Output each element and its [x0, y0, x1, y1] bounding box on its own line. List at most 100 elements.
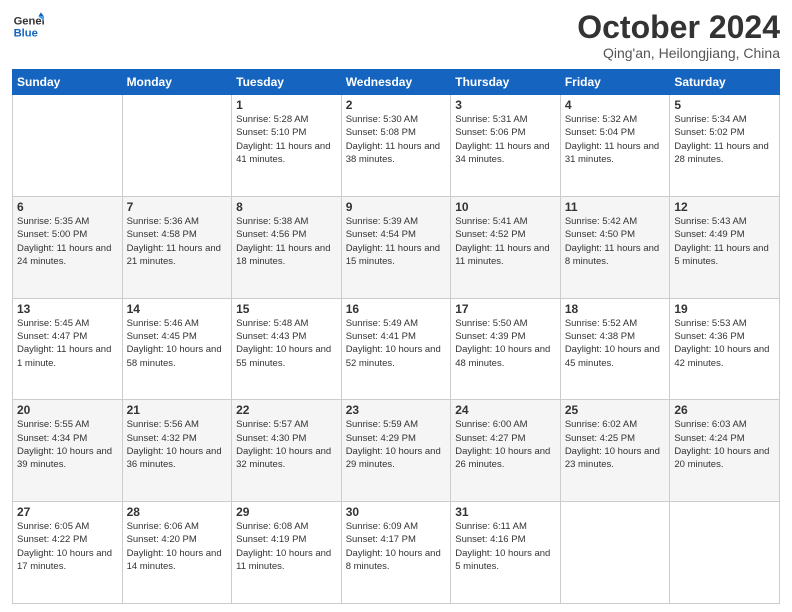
- table-row: 12Sunrise: 5:43 AMSunset: 4:49 PMDayligh…: [670, 196, 780, 298]
- day-info: Sunrise: 6:05 AMSunset: 4:22 PMDaylight:…: [17, 520, 118, 573]
- day-number: 22: [236, 403, 337, 417]
- calendar-header-row: Sunday Monday Tuesday Wednesday Thursday…: [13, 70, 780, 95]
- day-number: 24: [455, 403, 556, 417]
- table-row: 21Sunrise: 5:56 AMSunset: 4:32 PMDayligh…: [122, 400, 232, 502]
- table-row: 10Sunrise: 5:41 AMSunset: 4:52 PMDayligh…: [451, 196, 561, 298]
- day-info: Sunrise: 6:06 AMSunset: 4:20 PMDaylight:…: [127, 520, 228, 573]
- col-thursday: Thursday: [451, 70, 561, 95]
- title-block: October 2024 Qing'an, Heilongjiang, Chin…: [577, 10, 780, 61]
- day-number: 28: [127, 505, 228, 519]
- day-info: Sunrise: 6:00 AMSunset: 4:27 PMDaylight:…: [455, 418, 556, 471]
- day-number: 19: [674, 302, 775, 316]
- table-row: 5Sunrise: 5:34 AMSunset: 5:02 PMDaylight…: [670, 95, 780, 197]
- day-number: 3: [455, 98, 556, 112]
- table-row: [13, 95, 123, 197]
- table-row: 18Sunrise: 5:52 AMSunset: 4:38 PMDayligh…: [560, 298, 670, 400]
- day-info: Sunrise: 6:11 AMSunset: 4:16 PMDaylight:…: [455, 520, 556, 573]
- table-row: 22Sunrise: 5:57 AMSunset: 4:30 PMDayligh…: [232, 400, 342, 502]
- day-info: Sunrise: 6:09 AMSunset: 4:17 PMDaylight:…: [346, 520, 447, 573]
- page: General Blue October 2024 Qing'an, Heilo…: [0, 0, 792, 612]
- day-number: 12: [674, 200, 775, 214]
- day-info: Sunrise: 5:36 AMSunset: 4:58 PMDaylight:…: [127, 215, 228, 268]
- day-info: Sunrise: 5:34 AMSunset: 5:02 PMDaylight:…: [674, 113, 775, 166]
- day-number: 23: [346, 403, 447, 417]
- day-number: 31: [455, 505, 556, 519]
- table-row: 28Sunrise: 6:06 AMSunset: 4:20 PMDayligh…: [122, 502, 232, 604]
- day-info: Sunrise: 5:38 AMSunset: 4:56 PMDaylight:…: [236, 215, 337, 268]
- day-info: Sunrise: 5:39 AMSunset: 4:54 PMDaylight:…: [346, 215, 447, 268]
- calendar: Sunday Monday Tuesday Wednesday Thursday…: [12, 69, 780, 604]
- day-number: 10: [455, 200, 556, 214]
- col-monday: Monday: [122, 70, 232, 95]
- day-number: 11: [565, 200, 666, 214]
- day-number: 5: [674, 98, 775, 112]
- day-number: 2: [346, 98, 447, 112]
- table-row: 26Sunrise: 6:03 AMSunset: 4:24 PMDayligh…: [670, 400, 780, 502]
- day-number: 1: [236, 98, 337, 112]
- calendar-week-row: 20Sunrise: 5:55 AMSunset: 4:34 PMDayligh…: [13, 400, 780, 502]
- day-number: 7: [127, 200, 228, 214]
- day-number: 20: [17, 403, 118, 417]
- table-row: 25Sunrise: 6:02 AMSunset: 4:25 PMDayligh…: [560, 400, 670, 502]
- day-number: 25: [565, 403, 666, 417]
- day-info: Sunrise: 5:30 AMSunset: 5:08 PMDaylight:…: [346, 113, 447, 166]
- day-number: 18: [565, 302, 666, 316]
- table-row: 27Sunrise: 6:05 AMSunset: 4:22 PMDayligh…: [13, 502, 123, 604]
- day-info: Sunrise: 5:56 AMSunset: 4:32 PMDaylight:…: [127, 418, 228, 471]
- day-info: Sunrise: 6:02 AMSunset: 4:25 PMDaylight:…: [565, 418, 666, 471]
- day-number: 14: [127, 302, 228, 316]
- day-info: Sunrise: 5:50 AMSunset: 4:39 PMDaylight:…: [455, 317, 556, 370]
- table-row: 9Sunrise: 5:39 AMSunset: 4:54 PMDaylight…: [341, 196, 451, 298]
- day-info: Sunrise: 5:55 AMSunset: 4:34 PMDaylight:…: [17, 418, 118, 471]
- day-info: Sunrise: 5:32 AMSunset: 5:04 PMDaylight:…: [565, 113, 666, 166]
- table-row: 11Sunrise: 5:42 AMSunset: 4:50 PMDayligh…: [560, 196, 670, 298]
- location: Qing'an, Heilongjiang, China: [577, 45, 780, 61]
- day-number: 6: [17, 200, 118, 214]
- table-row: 24Sunrise: 6:00 AMSunset: 4:27 PMDayligh…: [451, 400, 561, 502]
- day-number: 9: [346, 200, 447, 214]
- day-number: 21: [127, 403, 228, 417]
- day-info: Sunrise: 5:28 AMSunset: 5:10 PMDaylight:…: [236, 113, 337, 166]
- col-friday: Friday: [560, 70, 670, 95]
- table-row: 2Sunrise: 5:30 AMSunset: 5:08 PMDaylight…: [341, 95, 451, 197]
- day-info: Sunrise: 5:48 AMSunset: 4:43 PMDaylight:…: [236, 317, 337, 370]
- table-row: 15Sunrise: 5:48 AMSunset: 4:43 PMDayligh…: [232, 298, 342, 400]
- calendar-week-row: 1Sunrise: 5:28 AMSunset: 5:10 PMDaylight…: [13, 95, 780, 197]
- table-row: 16Sunrise: 5:49 AMSunset: 4:41 PMDayligh…: [341, 298, 451, 400]
- svg-text:Blue: Blue: [14, 27, 38, 39]
- logo: General Blue: [12, 10, 44, 42]
- day-number: 30: [346, 505, 447, 519]
- day-number: 29: [236, 505, 337, 519]
- table-row: 19Sunrise: 5:53 AMSunset: 4:36 PMDayligh…: [670, 298, 780, 400]
- table-row: 14Sunrise: 5:46 AMSunset: 4:45 PMDayligh…: [122, 298, 232, 400]
- day-info: Sunrise: 5:59 AMSunset: 4:29 PMDaylight:…: [346, 418, 447, 471]
- calendar-week-row: 6Sunrise: 5:35 AMSunset: 5:00 PMDaylight…: [13, 196, 780, 298]
- day-number: 4: [565, 98, 666, 112]
- header: General Blue October 2024 Qing'an, Heilo…: [12, 10, 780, 61]
- table-row: 13Sunrise: 5:45 AMSunset: 4:47 PMDayligh…: [13, 298, 123, 400]
- table-row: 30Sunrise: 6:09 AMSunset: 4:17 PMDayligh…: [341, 502, 451, 604]
- day-info: Sunrise: 5:52 AMSunset: 4:38 PMDaylight:…: [565, 317, 666, 370]
- day-info: Sunrise: 5:53 AMSunset: 4:36 PMDaylight:…: [674, 317, 775, 370]
- table-row: 8Sunrise: 5:38 AMSunset: 4:56 PMDaylight…: [232, 196, 342, 298]
- day-number: 13: [17, 302, 118, 316]
- day-number: 15: [236, 302, 337, 316]
- table-row: [122, 95, 232, 197]
- table-row: 1Sunrise: 5:28 AMSunset: 5:10 PMDaylight…: [232, 95, 342, 197]
- table-row: 3Sunrise: 5:31 AMSunset: 5:06 PMDaylight…: [451, 95, 561, 197]
- day-info: Sunrise: 5:41 AMSunset: 4:52 PMDaylight:…: [455, 215, 556, 268]
- day-info: Sunrise: 5:43 AMSunset: 4:49 PMDaylight:…: [674, 215, 775, 268]
- day-info: Sunrise: 5:42 AMSunset: 4:50 PMDaylight:…: [565, 215, 666, 268]
- col-sunday: Sunday: [13, 70, 123, 95]
- day-info: Sunrise: 5:45 AMSunset: 4:47 PMDaylight:…: [17, 317, 118, 370]
- table-row: 6Sunrise: 5:35 AMSunset: 5:00 PMDaylight…: [13, 196, 123, 298]
- col-tuesday: Tuesday: [232, 70, 342, 95]
- table-row: 20Sunrise: 5:55 AMSunset: 4:34 PMDayligh…: [13, 400, 123, 502]
- table-row: [670, 502, 780, 604]
- day-number: 16: [346, 302, 447, 316]
- col-wednesday: Wednesday: [341, 70, 451, 95]
- day-number: 26: [674, 403, 775, 417]
- col-saturday: Saturday: [670, 70, 780, 95]
- table-row: 31Sunrise: 6:11 AMSunset: 4:16 PMDayligh…: [451, 502, 561, 604]
- day-info: Sunrise: 6:03 AMSunset: 4:24 PMDaylight:…: [674, 418, 775, 471]
